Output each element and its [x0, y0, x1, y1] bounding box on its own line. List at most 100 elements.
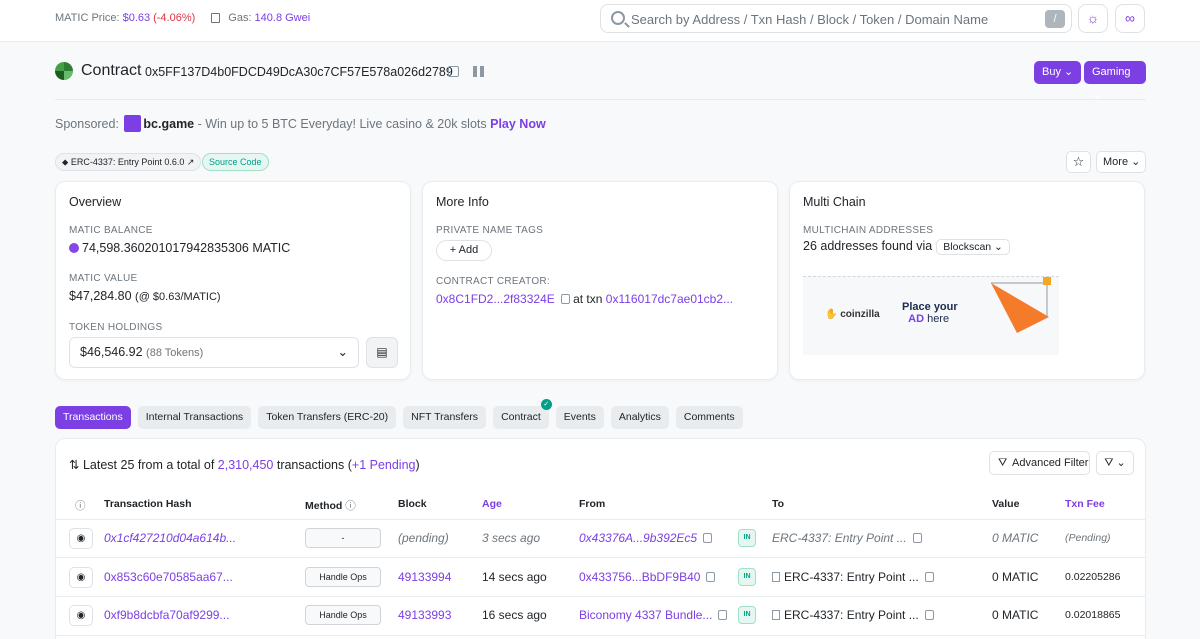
copy-icon[interactable]	[912, 533, 922, 543]
from-address-link[interactable]: 0x43376A...9b392Ec5	[579, 531, 713, 545]
gas-pump-icon	[211, 13, 221, 23]
buy-button[interactable]: Buy ⌄	[1034, 61, 1082, 84]
col-age[interactable]: Age	[482, 498, 502, 510]
tab-comments[interactable]: Comments	[675, 406, 743, 429]
copy-icon[interactable]	[448, 66, 459, 77]
block-value: (pending)	[398, 531, 449, 545]
matic-price-change: (-4.06%)	[153, 12, 196, 24]
transactions-card: ⇅ Latest 25 from a total of 2,310,450 tr…	[55, 438, 1146, 639]
source-code-badge[interactable]: Source Code	[202, 153, 269, 171]
copy-icon[interactable]	[703, 533, 713, 543]
blockscan-dropdown[interactable]: Blockscan ⌄	[936, 239, 1010, 255]
block-link[interactable]: 49133993	[398, 608, 451, 622]
chevron-down-icon: ⌄	[1131, 156, 1141, 168]
copy-icon[interactable]	[560, 294, 570, 304]
tab-nft-transfers[interactable]: NFT Transfers	[403, 406, 487, 429]
contract-address: 0x5FF137D4b0FDCD49DcA30c7CF57E578a026d27…	[145, 65, 453, 79]
pending-transactions-link[interactable]: +1 Pending	[352, 458, 416, 472]
search-bar[interactable]: /	[600, 4, 1072, 33]
more-dropdown[interactable]: More ⌄	[1096, 151, 1146, 173]
tab-analytics[interactable]: Analytics	[610, 406, 669, 429]
price-gas-info: MATIC Price: $0.63 (-4.06%) Gas: 140.8 G…	[55, 12, 310, 24]
matic-price-value[interactable]: $0.63	[123, 12, 151, 24]
sponsor-prefix: Sponsored:	[55, 117, 119, 131]
copy-icon[interactable]	[924, 610, 934, 620]
creator-label: CONTRACT CREATOR:	[436, 276, 550, 287]
txn-hash-link[interactable]: 0xf9b8dcbfa70af9299...	[104, 608, 229, 622]
tab-contract-label: Contract	[501, 411, 541, 423]
coinzilla-label: coinzilla	[840, 309, 880, 320]
chevron-down-icon: ⌄	[1092, 89, 1102, 101]
eye-icon: ◉	[76, 610, 86, 621]
search-input[interactable]	[631, 9, 1031, 29]
overview-card: Overview MATIC BALANCE 74,598.3602010179…	[55, 181, 411, 380]
token-holdings-dropdown[interactable]: $46,546.92 (88 Tokens) ⌄	[69, 337, 359, 368]
direction-badge: IN	[738, 568, 756, 586]
ad-arrow-graphic	[991, 277, 1051, 333]
tab-events[interactable]: Events	[555, 406, 604, 429]
wallet-view-button[interactable]: ▤	[366, 337, 398, 368]
gaming-button[interactable]: Gaming ⌄	[1084, 61, 1146, 101]
to-address: ERC-4337: Entry Point ...	[772, 608, 934, 622]
txn-hash-link[interactable]: 0x853c60e70585aa67...	[104, 570, 233, 584]
gas-value[interactable]: 140.8 Gwei	[255, 12, 311, 24]
balance-label: MATIC BALANCE	[69, 225, 153, 236]
top-bar: MATIC Price: $0.63 (-4.06%) Gas: 140.8 G…	[0, 0, 1200, 42]
to-address-label[interactable]: ERC-4337: Entry Point ...	[784, 570, 919, 584]
from-address-link[interactable]: 0x433756...BbDF9B40	[579, 570, 716, 584]
from-address-link[interactable]: Biconomy 4337 Bundle...	[579, 608, 728, 622]
block-link[interactable]: 49133994	[398, 570, 451, 584]
txn-hash-link[interactable]: 0x1cf427210d04a614b...	[104, 531, 236, 545]
total-transactions-link[interactable]: 2,310,450	[218, 458, 274, 472]
tab-token-transfers[interactable]: Token Transfers (ERC-20)	[258, 406, 397, 429]
favorite-button[interactable]: ☆	[1066, 151, 1091, 173]
to-address-label[interactable]: ERC-4337: Entry Point ...	[784, 608, 919, 622]
filter-icon: ⛛ ⌄	[1104, 457, 1126, 469]
add-name-tag-button[interactable]: + Add	[436, 240, 492, 261]
qr-code-icon[interactable]	[473, 66, 484, 77]
tab-contract[interactable]: Contract ✓	[493, 399, 552, 429]
method-badge: Handle Ops	[305, 567, 381, 587]
view-details-button[interactable]: ◉	[69, 605, 93, 626]
to-address-label[interactable]: ERC-4337: Entry Point ...	[772, 531, 907, 545]
ad-banner[interactable]: ✋ coinzilla Place your AD here	[803, 276, 1059, 355]
network-switch-button[interactable]: ∞	[1115, 4, 1145, 33]
copy-icon[interactable]	[718, 610, 728, 620]
to-address: ERC-4337: Entry Point ...	[772, 570, 934, 584]
view-details-button[interactable]: ◉	[69, 567, 93, 588]
from-address: 0x433756...BbDF9B40	[579, 570, 701, 584]
col-method-label: Method	[305, 500, 343, 512]
private-tags-label: PRIVATE NAME TAGS	[436, 225, 544, 236]
play-now-link[interactable]: Play Now	[490, 117, 546, 131]
sponsor-brand[interactable]: bc.game	[143, 117, 194, 131]
col-to: To	[772, 498, 785, 510]
creator-row: 0x8C1FD2...2f83324E at txn 0x116017dc7ae…	[436, 292, 733, 306]
help-icon[interactable]: ⓘ	[75, 498, 86, 513]
info-icon[interactable]: ⓘ	[345, 500, 356, 512]
ad-text-4: here	[924, 313, 950, 325]
balance-value: 74,598.360201017942835306 MATIC	[82, 241, 291, 255]
creator-address-link[interactable]: 0x8C1FD2...2f83324E	[436, 292, 555, 306]
copy-icon[interactable]	[924, 572, 934, 582]
method-badge: Handle Ops	[305, 605, 381, 625]
summary-prefix: Latest 25 from a total of	[82, 458, 218, 472]
gas-label: Gas:	[228, 12, 252, 24]
filter-dropdown-button[interactable]: ⛛ ⌄	[1096, 451, 1134, 475]
name-tag-badge[interactable]: ⬥ ERC-4337: Entry Point 0.6.0 ↗	[55, 153, 202, 171]
more-info-title: More Info	[436, 195, 489, 209]
multi-chain-title: Multi Chain	[803, 195, 866, 209]
col-txn-fee[interactable]: Txn Fee	[1065, 498, 1105, 510]
theme-toggle-button[interactable]: ☼	[1078, 4, 1108, 33]
advanced-filter-button[interactable]: ⛛ Advanced Filter	[989, 451, 1090, 475]
tab-transactions[interactable]: Transactions	[55, 406, 131, 429]
wallet-icon: ▤	[376, 345, 388, 359]
sponsored-banner: Sponsored: bc.game - Win up to 5 BTC Eve…	[55, 115, 546, 132]
ad-text-2: your	[933, 301, 958, 313]
from-address: 0x43376A...9b392Ec5	[579, 531, 698, 545]
view-details-button[interactable]: ◉	[69, 528, 93, 549]
value-amount: 0 MATIC	[992, 570, 1039, 584]
creator-txn-link[interactable]: 0x116017dc7ae01cb2...	[606, 292, 733, 306]
tab-internal-transactions[interactable]: Internal Transactions	[137, 406, 252, 429]
copy-icon[interactable]	[706, 572, 716, 582]
sun-icon: ☼	[1086, 10, 1100, 26]
